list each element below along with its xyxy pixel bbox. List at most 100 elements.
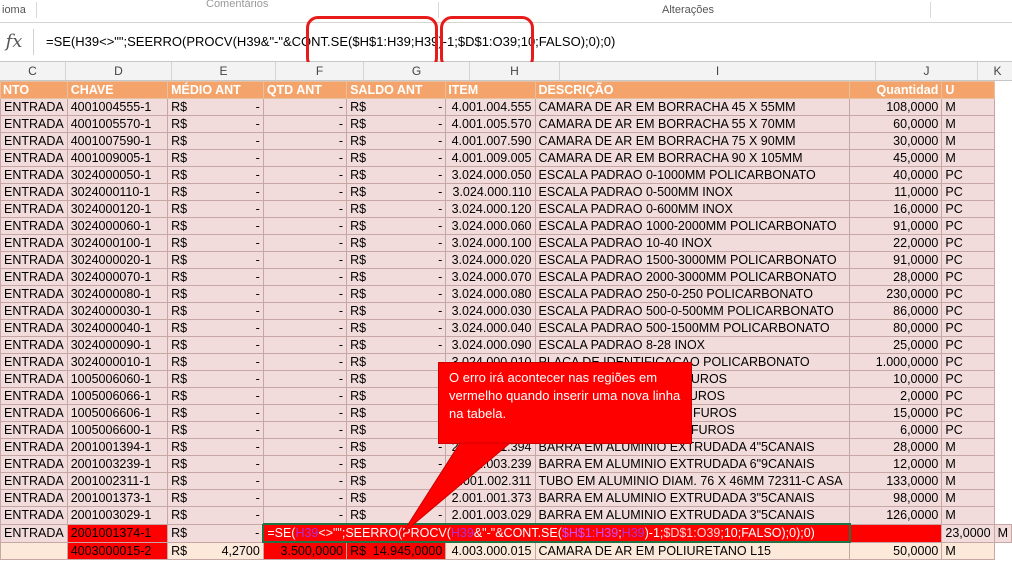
cell-unidade[interactable]: M xyxy=(941,98,995,116)
cell-qtd-ant[interactable]: - xyxy=(262,319,348,337)
cell-item[interactable]: 4.001.004.555 xyxy=(445,98,536,116)
cell-descricao[interactable]: BARRA EM ALUMINIO EXTRUDADA 6"9CANAIS xyxy=(534,455,851,473)
cell-medio-ant[interactable]: R$ - xyxy=(167,404,264,422)
cell-descricao[interactable]: ESCALA PADRAO 1500-3000MM POLICARBONATO xyxy=(534,251,851,269)
cell-item[interactable]: 3.024.000.080 xyxy=(445,285,536,303)
cell-entry-type[interactable]: ENTRADA xyxy=(0,489,68,507)
cell-saldo-ant[interactable]: R$- xyxy=(346,166,447,184)
cell-medio-ant[interactable]: R$ - xyxy=(167,506,264,525)
cell-chave[interactable]: 4001007590-1 xyxy=(66,132,169,150)
cell-qtd-ant[interactable]: - xyxy=(262,438,348,456)
column-letter-g[interactable]: G xyxy=(364,62,470,80)
cell-unidade[interactable]: PC xyxy=(941,319,995,337)
cell-quantidade[interactable]: 12,0000 xyxy=(849,455,943,473)
cell-descricao[interactable]: ESCALA PADRAO 8-28 INOX xyxy=(534,336,851,354)
cell-qtd-ant[interactable]: - xyxy=(262,285,348,303)
cell-descricao[interactable]: ESCALA PADRAO 500-0-500MM POLICARBONATO xyxy=(534,302,851,320)
cell-descricao[interactable]: BARRA EM ALUMINIO EXTRUDADA 3"5CANAIS xyxy=(534,489,851,507)
cell-entry-type[interactable]: ENTRADA xyxy=(0,217,68,235)
cell-qtd-ant[interactable]: - xyxy=(262,387,348,405)
cell-medio-ant[interactable]: R$ - xyxy=(167,455,264,473)
cell-qtd-ant[interactable]: - xyxy=(262,251,348,269)
cell-entry-type[interactable]: ENTRADA xyxy=(0,200,68,218)
cell-qtd-ant[interactable]: - xyxy=(262,472,348,490)
cell-descricao[interactable]: ESCALA PADRAO 1000-2000MM POLICARBONATO xyxy=(534,217,851,235)
cell-quantidade[interactable]: 30,0000 xyxy=(849,132,943,150)
header-cell[interactable]: NTO xyxy=(0,81,68,99)
column-letter-h[interactable]: H xyxy=(470,62,560,80)
cell-chave[interactable]: 2001001373-1 xyxy=(66,489,169,507)
table-row[interactable]: ENTRADA 3024000110-1 R$ - - R$ -3.024.000.110 E… xyxy=(0,183,1012,201)
cell-descricao[interactable]: ESCALA PADRAO 0-600MM INOX xyxy=(534,200,851,218)
cell-item[interactable]: 3.024.000.070 xyxy=(445,268,536,286)
cell-entry-type[interactable]: ENTRADA xyxy=(0,404,68,422)
cell-qtd-ant-error[interactable]: 3.500,0000 xyxy=(262,541,348,560)
cell-chave[interactable]: 3024000070-1 xyxy=(66,268,169,286)
cell-unidade[interactable]: PC xyxy=(941,251,995,269)
table-row[interactable]: ENTRADA 3024000070-1 R$ - - R$ -3.024.000.070 E… xyxy=(0,268,1012,286)
cell-item[interactable]: 3.024.000.100 xyxy=(445,234,536,252)
cell-medio-ant[interactable]: R$ 4,2700 xyxy=(167,541,264,560)
cell-quantidade[interactable]: 80,0000 xyxy=(849,319,943,337)
cell-saldo-ant[interactable]: R$- xyxy=(346,183,447,201)
cell-unidade[interactable]: PC xyxy=(941,421,995,439)
cell-unidade[interactable]: M xyxy=(993,523,1012,543)
cell-chave[interactable]: 4001004555-1 xyxy=(66,98,169,116)
cell-descricao[interactable]: CAMARA DE AR EM BORRACHA 55 X 70MM xyxy=(534,115,851,133)
cell-item[interactable]: 4.001.007.590 xyxy=(445,132,536,150)
function-icon[interactable]: fx xyxy=(0,31,28,52)
table-row-last[interactable]: 4003000015-2 R$ 4,2700 3.500,0000 R$ 14.945,0… xyxy=(0,541,1012,560)
cell-saldo-ant[interactable]: R$- xyxy=(346,353,447,371)
cell-unidade[interactable]: M xyxy=(941,472,995,490)
cell-saldo-ant[interactable]: R$- xyxy=(346,319,447,337)
cell-quantidade[interactable]: 60,0000 xyxy=(849,115,943,133)
cell-entry-type[interactable]: ENTRADA xyxy=(0,234,68,252)
cell-item[interactable]: 4.001.005.570 xyxy=(445,115,536,133)
cell-qtd-ant[interactable]: - xyxy=(262,234,348,252)
cell-saldo-ant[interactable]: R$- xyxy=(346,115,447,133)
cell-unidade[interactable]: PC xyxy=(941,302,995,320)
cell-saldo-ant-error[interactable]: R$ 14.945,0000 xyxy=(346,541,447,560)
cell-unidade[interactable]: PC xyxy=(941,353,995,371)
cell-qtd-ant[interactable]: - xyxy=(262,489,348,507)
cell-medio-ant[interactable]: R$ - xyxy=(167,183,264,201)
table-row[interactable]: ENTRADA 3024000100-1 R$ - - R$ -3.024.000.100 E… xyxy=(0,234,1012,252)
table-row[interactable]: ENTRADA 4001004555-1 R$ - - R$ -4.001.004.555 C… xyxy=(0,98,1012,116)
cell-unidade[interactable]: PC xyxy=(941,166,995,184)
cell-item[interactable]: 4.001.009.005 xyxy=(445,149,536,167)
cell-entry-type[interactable]: ENTRADA xyxy=(0,251,68,269)
cell-item[interactable]: 3.024.000.030 xyxy=(445,302,536,320)
header-cell[interactable]: CHAVE xyxy=(66,81,169,99)
cell-descricao[interactable]: CAMARA DE AR EM BORRACHA 75 X 90MM xyxy=(534,132,851,150)
table-row[interactable]: ENTRADA 3024000080-1 R$ - - R$ -3.024.000.080 E… xyxy=(0,285,1012,303)
cell-chave[interactable]: 3024000020-1 xyxy=(66,251,169,269)
cell-chave[interactable]: 1005006066-1 xyxy=(66,387,169,405)
cell-entry-type[interactable]: ENTRADA xyxy=(0,523,68,543)
cell-entry-type[interactable]: ENTRADA xyxy=(0,472,68,490)
cell-chave[interactable]: 3024000030-1 xyxy=(66,302,169,320)
cell-qtd-ant[interactable]: - xyxy=(262,166,348,184)
cell-medio-ant[interactable]: R$ - xyxy=(167,166,264,184)
cell-entry-type[interactable]: ENTRADA xyxy=(0,336,68,354)
cell-entry-type[interactable]: ENTRADA xyxy=(0,302,68,320)
cell-descricao[interactable]: ESCALA PADRAO 0-500MM INOX xyxy=(534,183,851,201)
cell-quantidade[interactable]: 230,0000 xyxy=(849,285,943,303)
cell-descricao[interactable]: ESCALA PADRAO 10-40 INOX xyxy=(534,234,851,252)
header-cell[interactable]: ITEM xyxy=(445,81,536,99)
cell-qtd-ant[interactable]: - xyxy=(262,217,348,235)
cell-saldo-ant[interactable]: R$- xyxy=(346,251,447,269)
cell-qtd-ant[interactable]: - xyxy=(262,404,348,422)
cell-saldo-ant[interactable]: R$- xyxy=(346,149,447,167)
cell-item[interactable]: 4.003.000.015 xyxy=(445,541,536,560)
cell-entry-type[interactable]: ENTRADA xyxy=(0,387,68,405)
cell-qtd-ant[interactable]: - xyxy=(262,302,348,320)
cell-unidade[interactable]: M xyxy=(941,115,995,133)
column-letter-i[interactable]: I xyxy=(560,62,876,80)
cell-entry-type[interactable]: ENTRADA xyxy=(0,132,68,150)
header-cell[interactable]: SALDO ANT xyxy=(346,81,447,99)
cell-unidade[interactable]: M xyxy=(941,132,995,150)
column-letter-k[interactable]: K xyxy=(978,62,1012,80)
cell-descricao[interactable]: ESCALA PADRAO 0-1000MM POLICARBONATO xyxy=(534,166,851,184)
cell-unidade[interactable]: M xyxy=(941,455,995,473)
cell-entry-type[interactable]: ENTRADA xyxy=(0,166,68,184)
